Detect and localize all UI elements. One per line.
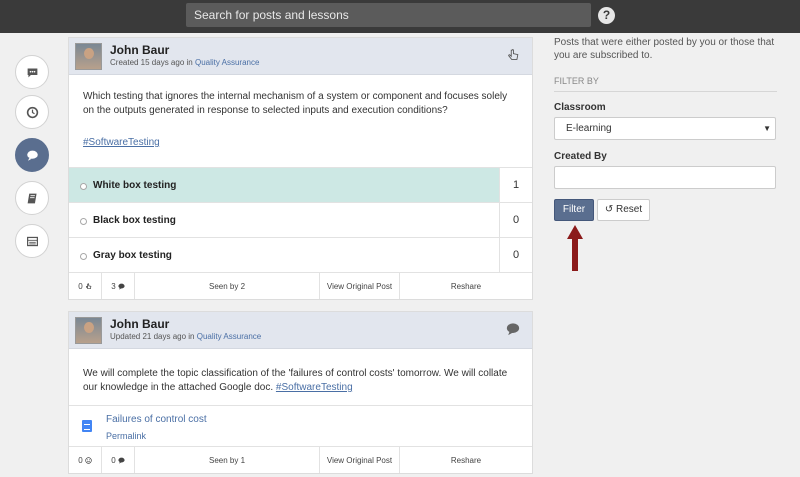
reset-button[interactable]: ↺ Reset bbox=[597, 199, 650, 221]
post-meta-text: Updated 21 days ago in bbox=[110, 332, 195, 341]
rail-posts-button[interactable] bbox=[15, 138, 49, 172]
hand-pointer-icon bbox=[508, 49, 519, 60]
post-footer: 0 0 Seen by 1 View Original Post Reshare bbox=[69, 446, 532, 473]
like-count: 0 bbox=[78, 455, 83, 465]
caret-down-icon: ▼ bbox=[763, 124, 771, 133]
post-meta: Updated 21 days ago in Quality Assurance bbox=[110, 332, 261, 341]
rail-recent-button[interactable] bbox=[15, 95, 49, 129]
post-meta: Created 15 days ago in Quality Assurance bbox=[110, 58, 259, 67]
post-card: John Baur Updated 21 days ago in Quality… bbox=[68, 311, 533, 474]
poll-option[interactable]: White box testing 1 bbox=[69, 167, 532, 202]
comment-button[interactable]: 0 bbox=[102, 447, 135, 473]
created-by-input[interactable] bbox=[554, 166, 776, 189]
permalink-link[interactable]: Permalink bbox=[106, 431, 146, 441]
poll-option[interactable]: Black box testing 0 bbox=[69, 202, 532, 237]
classroom-select[interactable]: E-learning ▼ bbox=[554, 117, 776, 140]
comment-icon bbox=[118, 283, 125, 290]
attachment-link[interactable]: Failures of control cost bbox=[106, 414, 207, 425]
smiley-icon bbox=[85, 456, 92, 464]
post-question: Which testing that ignores the internal … bbox=[83, 91, 508, 116]
classroom-label: Classroom bbox=[554, 102, 606, 113]
post-footer: 0 3 Seen by 2 View Original Post Reshare bbox=[69, 272, 532, 299]
avatar[interactable] bbox=[75, 317, 102, 344]
view-original-post-button[interactable]: View Original Post bbox=[320, 273, 400, 299]
post-classroom-link[interactable]: Quality Assurance bbox=[195, 58, 259, 67]
like-button[interactable]: 0 bbox=[69, 447, 102, 473]
post-text: We will complete the topic classificatio… bbox=[69, 349, 532, 395]
classroom-value: E-learning bbox=[566, 123, 612, 134]
radio-button[interactable] bbox=[80, 183, 87, 190]
rail-list-button[interactable] bbox=[15, 224, 49, 258]
post-author[interactable]: John Baur bbox=[110, 43, 169, 57]
like-button[interactable]: 0 bbox=[69, 273, 102, 299]
comment-count: 0 bbox=[111, 455, 116, 465]
help-icon[interactable]: ? bbox=[598, 7, 615, 24]
clock-icon bbox=[26, 106, 38, 118]
rail-lessons-button[interactable] bbox=[15, 181, 49, 215]
comment-count: 3 bbox=[111, 281, 116, 291]
created-by-label: Created By bbox=[554, 151, 607, 162]
poll-option-count: 1 bbox=[499, 168, 532, 202]
post-meta-text: Created 15 days ago in bbox=[110, 58, 193, 67]
post-author[interactable]: John Baur bbox=[110, 317, 169, 331]
google-doc-icon bbox=[82, 420, 92, 432]
seen-by[interactable]: Seen by 1 bbox=[135, 447, 320, 473]
hand-pointer-icon bbox=[85, 282, 92, 289]
comment-button[interactable]: 3 bbox=[102, 273, 135, 299]
avatar[interactable] bbox=[75, 43, 102, 70]
arrow-up-icon bbox=[567, 225, 583, 271]
view-original-post-button[interactable]: View Original Post bbox=[320, 447, 400, 473]
search-input[interactable]: Search for posts and lessons bbox=[186, 3, 591, 27]
list-icon bbox=[26, 236, 38, 246]
filter-button[interactable]: Filter bbox=[554, 199, 594, 221]
filter-intro: Posts that were either posted by you or … bbox=[554, 37, 775, 61]
chat-bubble-icon bbox=[27, 67, 37, 77]
comment-icon bbox=[118, 457, 125, 464]
rail-chat-button[interactable] bbox=[15, 55, 49, 89]
reset-label: Reset bbox=[616, 204, 643, 215]
undo-icon: ↺ bbox=[604, 204, 614, 215]
post-card: John Baur Created 15 days ago in Quality… bbox=[68, 37, 533, 300]
filter-panel: Posts that were either posted by you or … bbox=[554, 36, 779, 221]
radio-button[interactable] bbox=[80, 218, 87, 225]
post-header: John Baur Created 15 days ago in Quality… bbox=[69, 38, 532, 75]
post-header: John Baur Updated 21 days ago in Quality… bbox=[69, 312, 532, 349]
poll-option-count: 0 bbox=[499, 203, 532, 237]
comment-icon bbox=[26, 150, 38, 161]
poll-option-label: Black box testing bbox=[93, 215, 176, 226]
reshare-button[interactable]: Reshare bbox=[400, 447, 532, 473]
book-icon bbox=[27, 193, 37, 203]
top-bar: Search for posts and lessons ? bbox=[0, 0, 800, 33]
poll-option-label: White box testing bbox=[93, 180, 177, 191]
hashtag-link[interactable]: #SoftwareTesting bbox=[276, 382, 353, 393]
hashtag-link[interactable]: #SoftwareTesting bbox=[83, 137, 160, 148]
seen-by[interactable]: Seen by 2 bbox=[135, 273, 320, 299]
radio-button[interactable] bbox=[80, 253, 87, 260]
like-count: 0 bbox=[78, 281, 83, 291]
post-classroom-link[interactable]: Quality Assurance bbox=[197, 332, 261, 341]
comment-icon bbox=[506, 323, 520, 336]
poll-option-count: 0 bbox=[499, 238, 532, 272]
filter-by-heading: FILTER BY bbox=[554, 76, 777, 92]
poll-option-label: Gray box testing bbox=[93, 250, 172, 261]
reshare-button[interactable]: Reshare bbox=[400, 273, 532, 299]
attachment: Failures of control cost Permalink bbox=[69, 405, 532, 451]
poll-options: White box testing 1 Black box testing 0 … bbox=[69, 167, 532, 272]
poll-option[interactable]: Gray box testing 0 bbox=[69, 237, 532, 272]
